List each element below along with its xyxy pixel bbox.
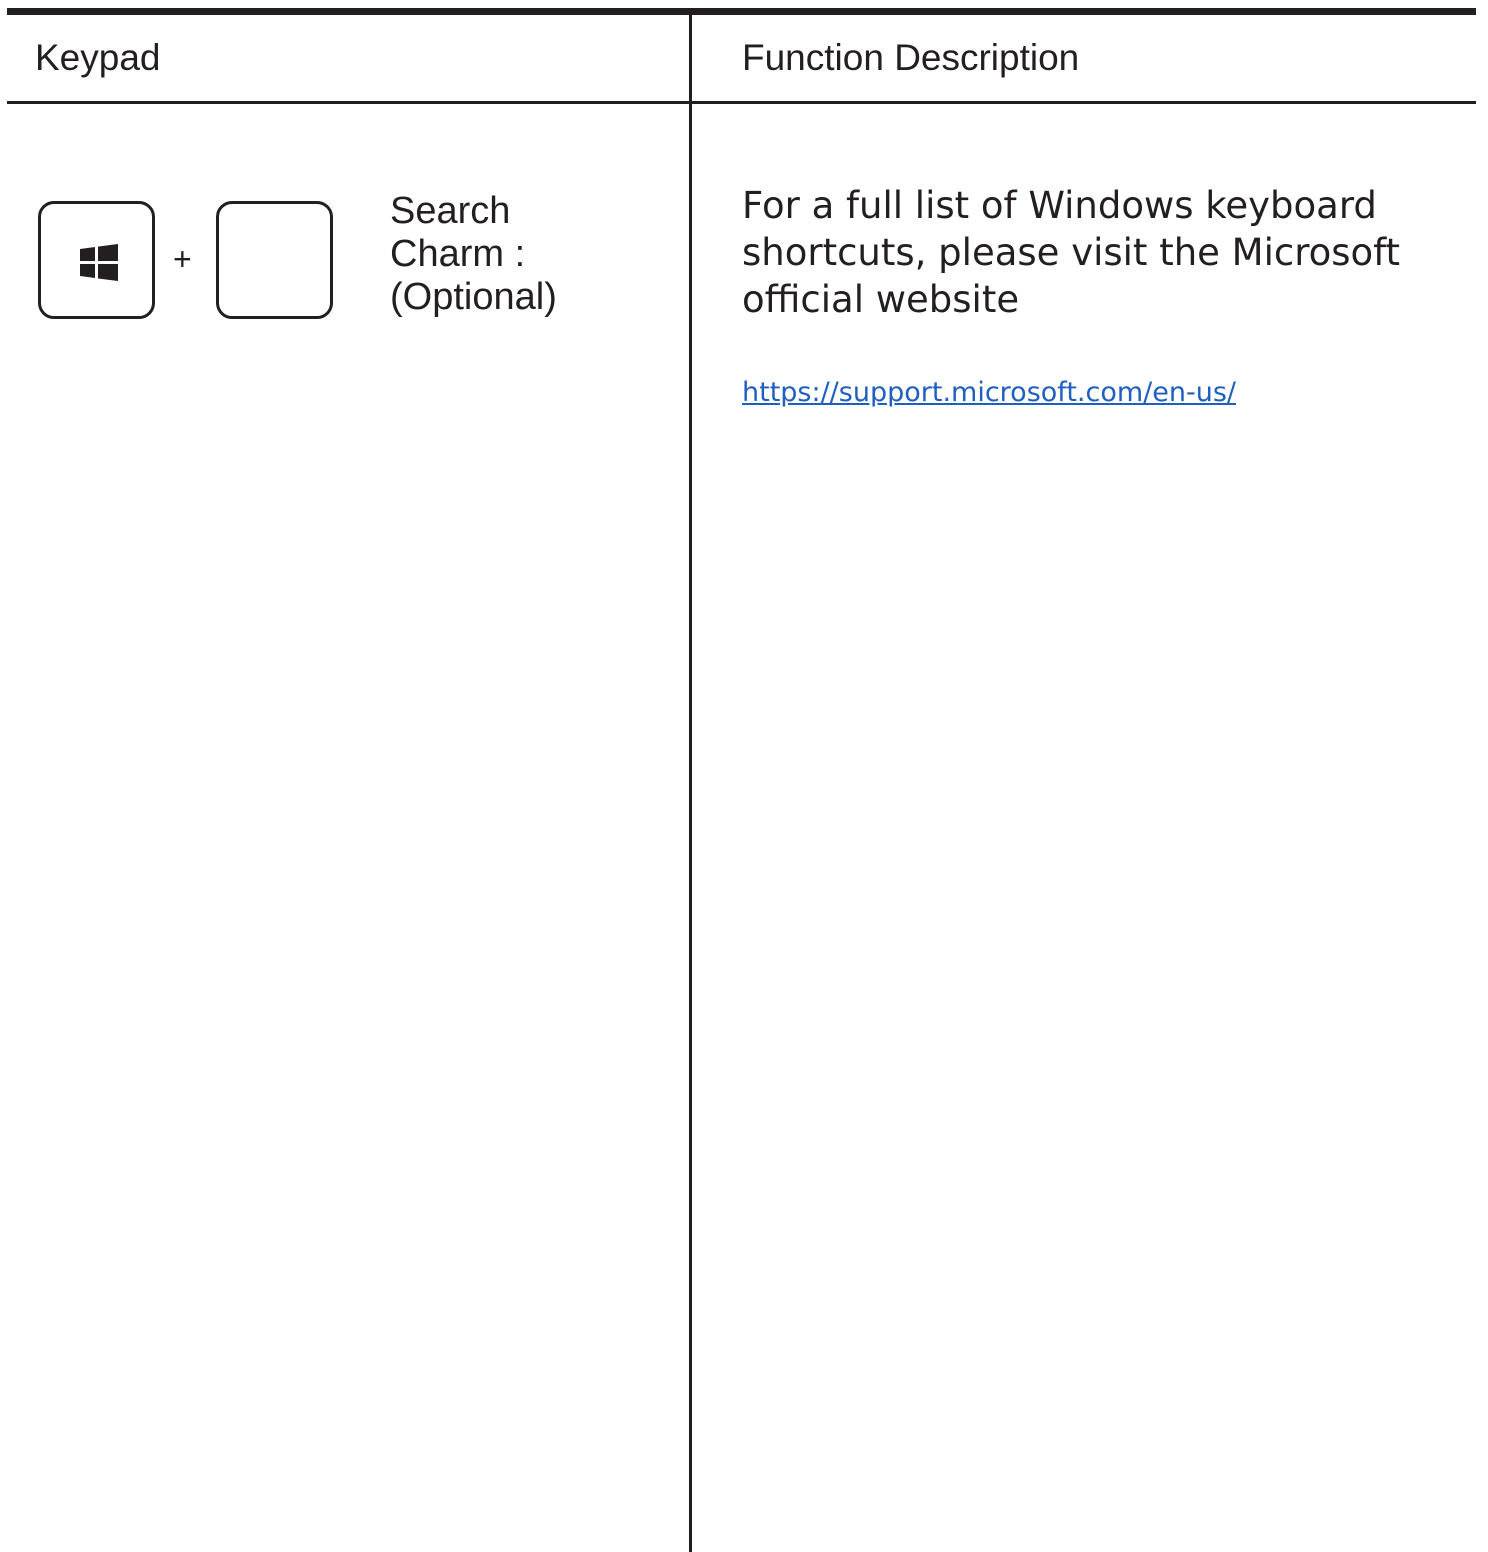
shortcut-label-line: Search (390, 190, 511, 232)
description-line: official website (742, 278, 1020, 321)
description-line: shortcuts, please visit the Microsoft (742, 231, 1401, 274)
function-description: For a full list of Windows keyboard shor… (742, 182, 1442, 323)
shortcut-label: Search Charm : (Optional) (390, 190, 557, 319)
blank-key (216, 201, 333, 319)
description-line: For a full list of Windows keyboard (742, 184, 1377, 227)
column-header-function-description: Function Description (742, 37, 1080, 78)
microsoft-support-link[interactable]: https://support.microsoft.com/en-us/ (742, 376, 1236, 410)
shortcut-label-line: Charm : (390, 233, 526, 275)
windows-icon (80, 244, 118, 281)
table-top-rule (7, 8, 1476, 15)
plus-sign: + (173, 241, 192, 277)
column-divider (689, 15, 692, 1552)
windows-key (38, 201, 155, 319)
shortcut-label-line: (Optional) (390, 276, 557, 318)
column-header-keypad: Keypad (35, 37, 161, 78)
table-header-rule (7, 101, 1476, 104)
